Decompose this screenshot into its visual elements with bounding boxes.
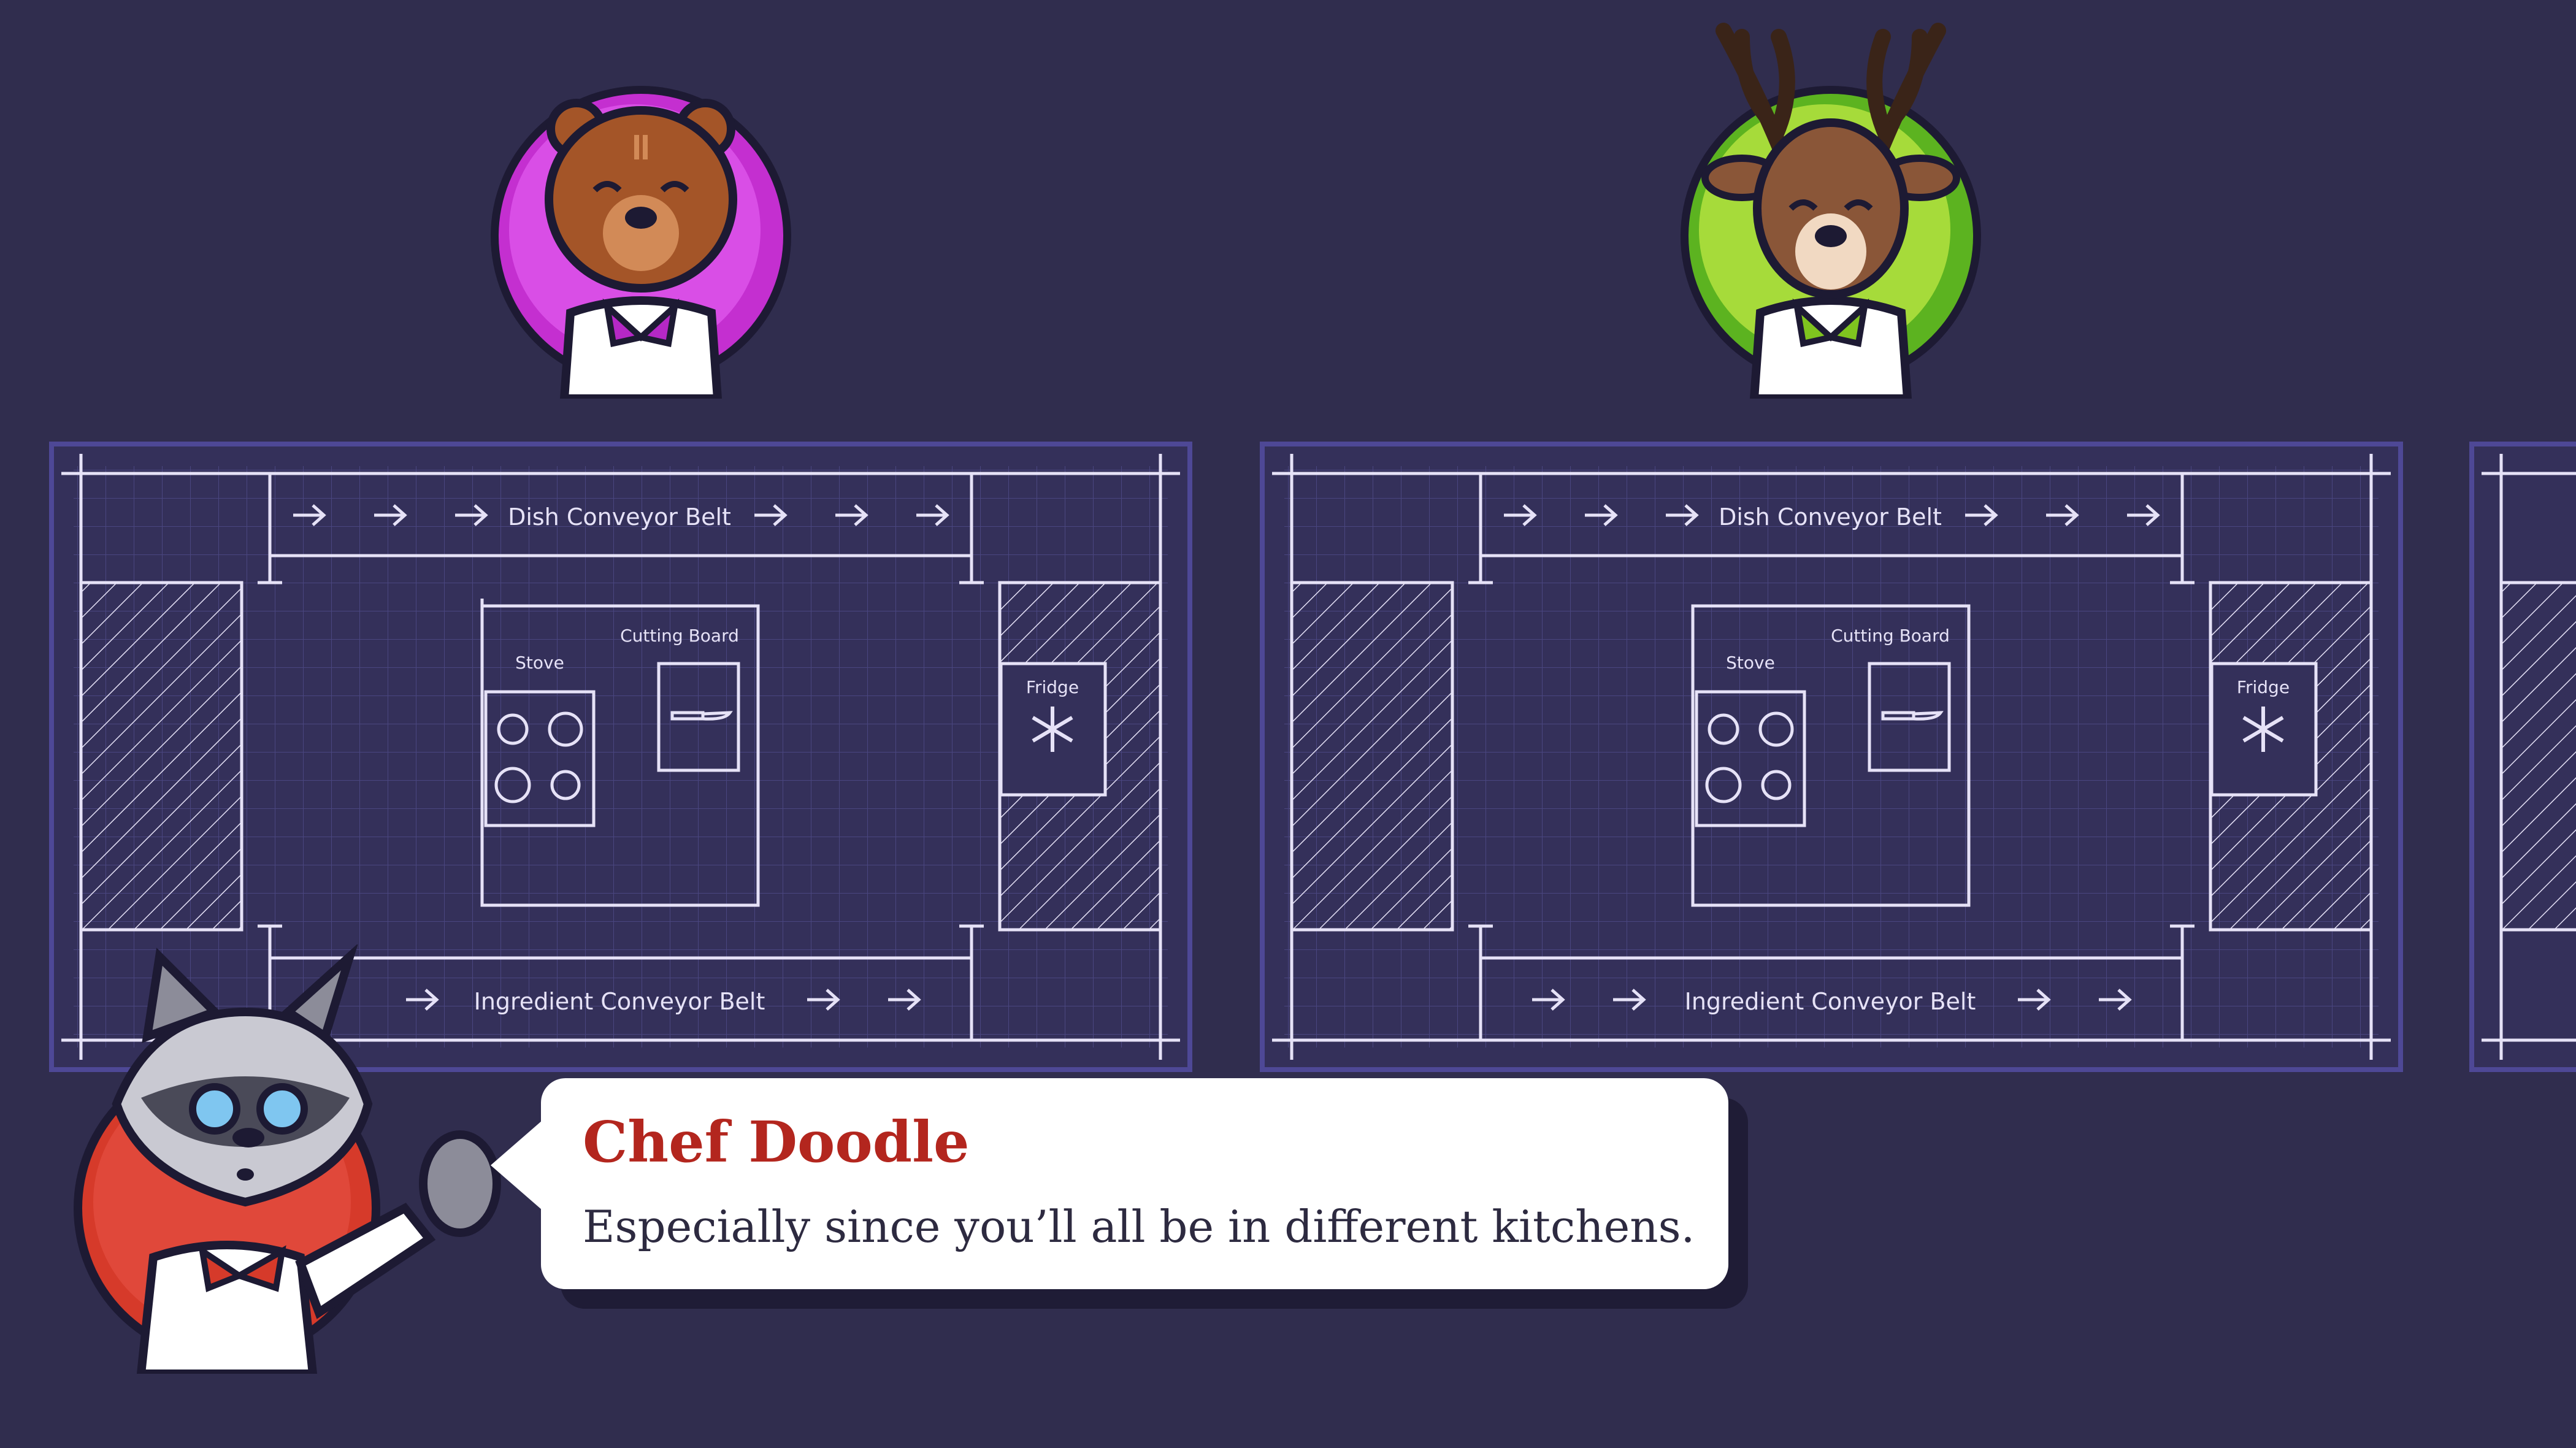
bear-icon (491, 86, 791, 403)
dish-belt-label: Dish Conveyor Belt (1719, 504, 1942, 531)
dish-belt-label: Dish Conveyor Belt (508, 504, 731, 531)
fridge-label: Fridge (2237, 677, 2290, 697)
player-avatar-bear (485, 86, 803, 403)
dialogue-box[interactable]: Chef Doodle Especially since you’ll all … (541, 1078, 1728, 1289)
ingredient-belt-label: Ingredient Conveyor Belt (1685, 988, 1976, 1015)
dialogue-text: Especially since you’ll all be in differ… (583, 1201, 1695, 1252)
player-avatar-deer (1674, 12, 1993, 403)
speech-bubble-tail (491, 1116, 547, 1214)
raccoon-chef-icon (74, 943, 501, 1378)
cutting-board-label: Cutting Board (1831, 626, 1950, 646)
game-scene: Dish Conveyor Belt Ingredient Conveyor B… (0, 0, 2576, 1448)
cutting-board-label: Cutting Board (620, 626, 739, 646)
deer-icon (1681, 23, 1981, 403)
stove-label: Stove (1726, 653, 1775, 673)
kitchen-3-svg (2469, 442, 2576, 1072)
chef-doodle-portrait (61, 943, 527, 1378)
speaker-name: Chef Doodle (583, 1109, 970, 1175)
fridge-label: Fridge (1026, 677, 1079, 697)
stove-label: Stove (515, 653, 564, 673)
kitchen-blueprint-3-partial (2469, 442, 2576, 1072)
kitchen-2-svg: Dish Conveyor Belt Ingredient Conveyor B… (1260, 442, 2403, 1072)
kitchen-blueprint-2: Dish Conveyor Belt Ingredient Conveyor B… (1260, 442, 2403, 1072)
